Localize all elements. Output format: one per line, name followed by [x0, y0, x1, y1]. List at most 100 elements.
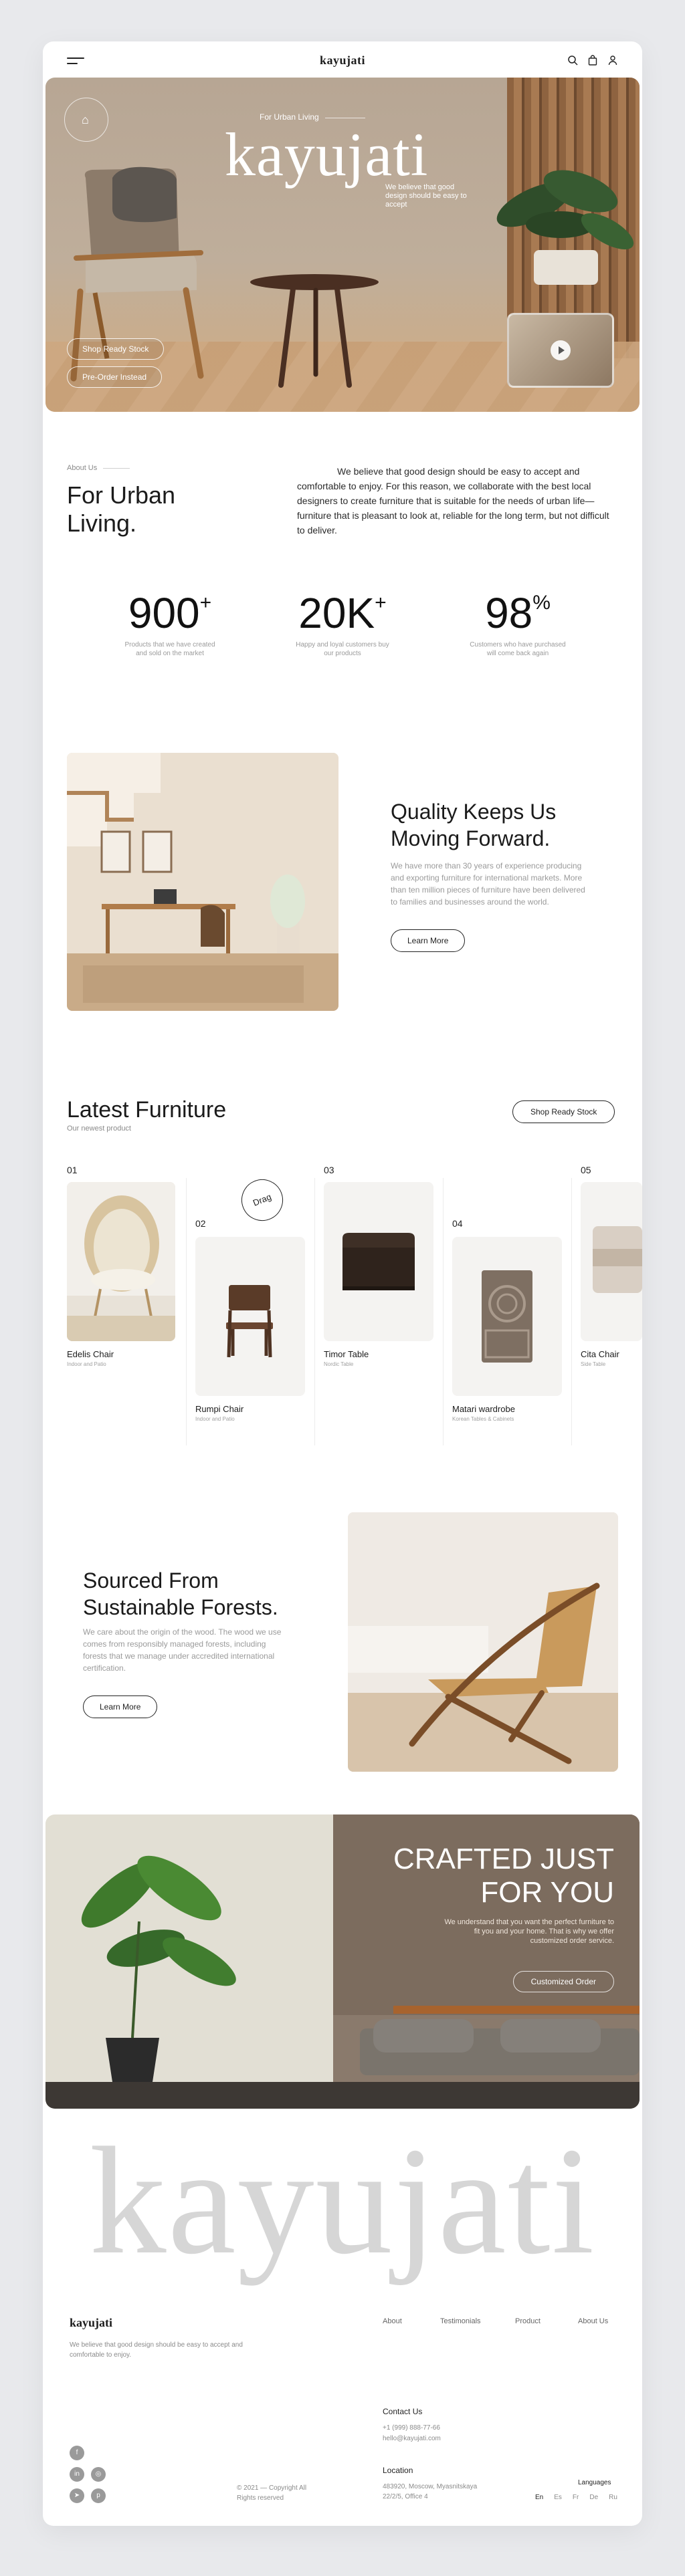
linkedin-icon[interactable]: in — [70, 2467, 84, 2482]
nav-icons — [567, 55, 618, 66]
sourced-text: We care about the origin of the wood. Th… — [83, 1627, 282, 1673]
product-card[interactable] — [324, 1182, 433, 1341]
page-card: kayujati ⌂ For Urban Living kayujati We … — [43, 41, 642, 2526]
instagram-icon[interactable]: ◎ — [91, 2467, 106, 2482]
lang-fr[interactable]: Fr — [573, 2492, 579, 2502]
product-name[interactable]: Matari wardrobe — [452, 1404, 515, 1414]
lang-de[interactable]: De — [589, 2492, 598, 2502]
language-switcher: En Es Fr De Ru — [535, 2492, 617, 2502]
drag-cursor[interactable]: Drag — [235, 1173, 290, 1227]
logo-mark-icon: ⌂ — [82, 113, 89, 126]
languages-title: Languages — [578, 2479, 611, 2486]
stat-suffix: + — [199, 592, 212, 614]
crafted-title: CRAFTED JUST FOR YOU — [393, 1843, 614, 1909]
column-divider — [443, 1178, 444, 1445]
column-divider — [571, 1178, 572, 1445]
sourced-image — [348, 1512, 618, 1772]
item-number: 02 — [195, 1218, 206, 1229]
stat-returning: 98% Customers who have purchased will co… — [431, 590, 605, 658]
site-logo[interactable]: kayujati — [43, 53, 642, 68]
product-category: Korean Tables & Cabinets — [452, 1416, 514, 1422]
hero-title: kayujati — [225, 120, 429, 189]
product-category: Indoor and Patio — [195, 1416, 235, 1422]
product-image — [482, 1270, 532, 1363]
product-name[interactable]: Cita Chair — [581, 1349, 619, 1359]
column-divider — [186, 1178, 187, 1445]
product-image — [342, 1233, 415, 1290]
about-divider — [103, 468, 130, 469]
customized-order-button[interactable]: Customized Order — [512, 1971, 614, 1992]
facebook-icon[interactable]: f — [70, 2446, 84, 2460]
footer-link-about-us[interactable]: About Us — [578, 2317, 608, 2325]
product-image — [67, 1182, 175, 1341]
lounge-chair-illustration — [348, 1512, 618, 1772]
footer-link-product[interactable]: Product — [515, 2317, 541, 2325]
stat-desc: Customers who have purchased will come b… — [470, 641, 566, 657]
play-icon[interactable] — [551, 340, 571, 360]
product-category: Side Table — [581, 1361, 606, 1367]
product-card[interactable] — [452, 1237, 562, 1396]
product-category: Nordic Table — [324, 1361, 354, 1367]
sourced-learn-more-button[interactable]: Learn More — [83, 1695, 158, 1718]
video-thumbnail[interactable] — [507, 313, 614, 388]
social-icons: f in ◎ ➤ p — [70, 2446, 106, 2503]
lang-ru[interactable]: Ru — [609, 2492, 617, 2502]
footer-link-testimonials[interactable]: Testimonials — [440, 2317, 481, 2325]
hero-badge: ⌂ — [64, 98, 108, 142]
product-card[interactable] — [581, 1182, 642, 1341]
item-number: 03 — [324, 1165, 334, 1175]
product-image — [593, 1226, 642, 1293]
hero-tagline: We believe that good design should be ea… — [385, 183, 467, 209]
location-title: Location — [383, 2466, 413, 2475]
product-card[interactable] — [67, 1182, 175, 1341]
item-number: 01 — [67, 1165, 78, 1175]
item-number: 05 — [581, 1165, 591, 1175]
quality-text: We have more than 30 years of experience… — [391, 861, 585, 907]
product-name[interactable]: Edelis Chair — [67, 1349, 114, 1359]
product-image — [226, 1285, 273, 1358]
footer-wordmark: kayujati — [89, 2115, 596, 2286]
stat-value: 98 — [485, 589, 533, 637]
pinterest-icon[interactable]: p — [91, 2488, 106, 2503]
product-name[interactable]: Rumpi Chair — [195, 1404, 243, 1414]
about-label: About Us — [67, 464, 98, 472]
copyright-text: © 2021 — Copyright All Rights reserved — [237, 2484, 307, 2502]
stat-desc: Happy and loyal customers buy our produc… — [296, 641, 389, 657]
footer-logo[interactable]: kayujati — [70, 2316, 112, 2330]
about-text: We believe that good design should be ea… — [297, 466, 609, 536]
shop-ready-stock-button[interactable]: Shop Ready Stock — [67, 338, 165, 360]
sourced-title: Sourced From Sustainable Forests. — [83, 1568, 278, 1619]
search-icon[interactable] — [567, 55, 578, 66]
latest-subtitle: Our newest product — [67, 1125, 131, 1133]
user-icon[interactable] — [607, 55, 618, 66]
contact-email[interactable]: hello@kayujati.com — [383, 2434, 441, 2444]
stat-value: 900 — [128, 589, 200, 637]
stat-suffix: + — [375, 592, 387, 614]
crafted-text: We understand that you want the perfect … — [444, 1918, 614, 1945]
column-divider — [314, 1178, 315, 1445]
product-category: Indoor and Patio — [67, 1361, 106, 1367]
footer-link-about[interactable]: About — [383, 2317, 402, 2325]
product-name[interactable]: Timor Table — [324, 1349, 369, 1359]
pre-order-button[interactable]: Pre-Order Instead — [67, 366, 163, 388]
about-title: For Urban Living. — [67, 481, 176, 537]
product-card[interactable] — [195, 1237, 305, 1396]
stat-desc: Products that we have created and sold o… — [124, 641, 215, 657]
hero-banner: ⌂ For Urban Living kayujati We believe t… — [45, 78, 640, 412]
stat-value: 20K — [298, 589, 375, 637]
stat-suffix: % — [532, 592, 551, 614]
telegram-icon[interactable]: ➤ — [70, 2488, 84, 2503]
interior-illustration — [67, 753, 338, 1011]
stat-products: 900+ Products that we have created and s… — [83, 590, 257, 658]
footer-tagline: We believe that good design should be ea… — [70, 2341, 243, 2359]
latest-title: Latest Furniture — [67, 1097, 227, 1123]
bag-icon[interactable] — [587, 55, 598, 66]
lang-en[interactable]: En — [535, 2492, 543, 2502]
location-address: 483920, Moscow, Myasnitskaya 22/2/5, Off… — [383, 2483, 478, 2500]
quality-image — [67, 753, 338, 1011]
quality-learn-more-button[interactable]: Learn More — [391, 929, 466, 952]
stat-customers: 20K+ Happy and loyal customers buy our p… — [256, 590, 429, 658]
latest-shop-button[interactable]: Shop Ready Stock — [512, 1100, 615, 1123]
contact-phone[interactable]: +1 (999) 888-77-66 — [383, 2423, 440, 2433]
lang-es[interactable]: Es — [554, 2492, 562, 2502]
